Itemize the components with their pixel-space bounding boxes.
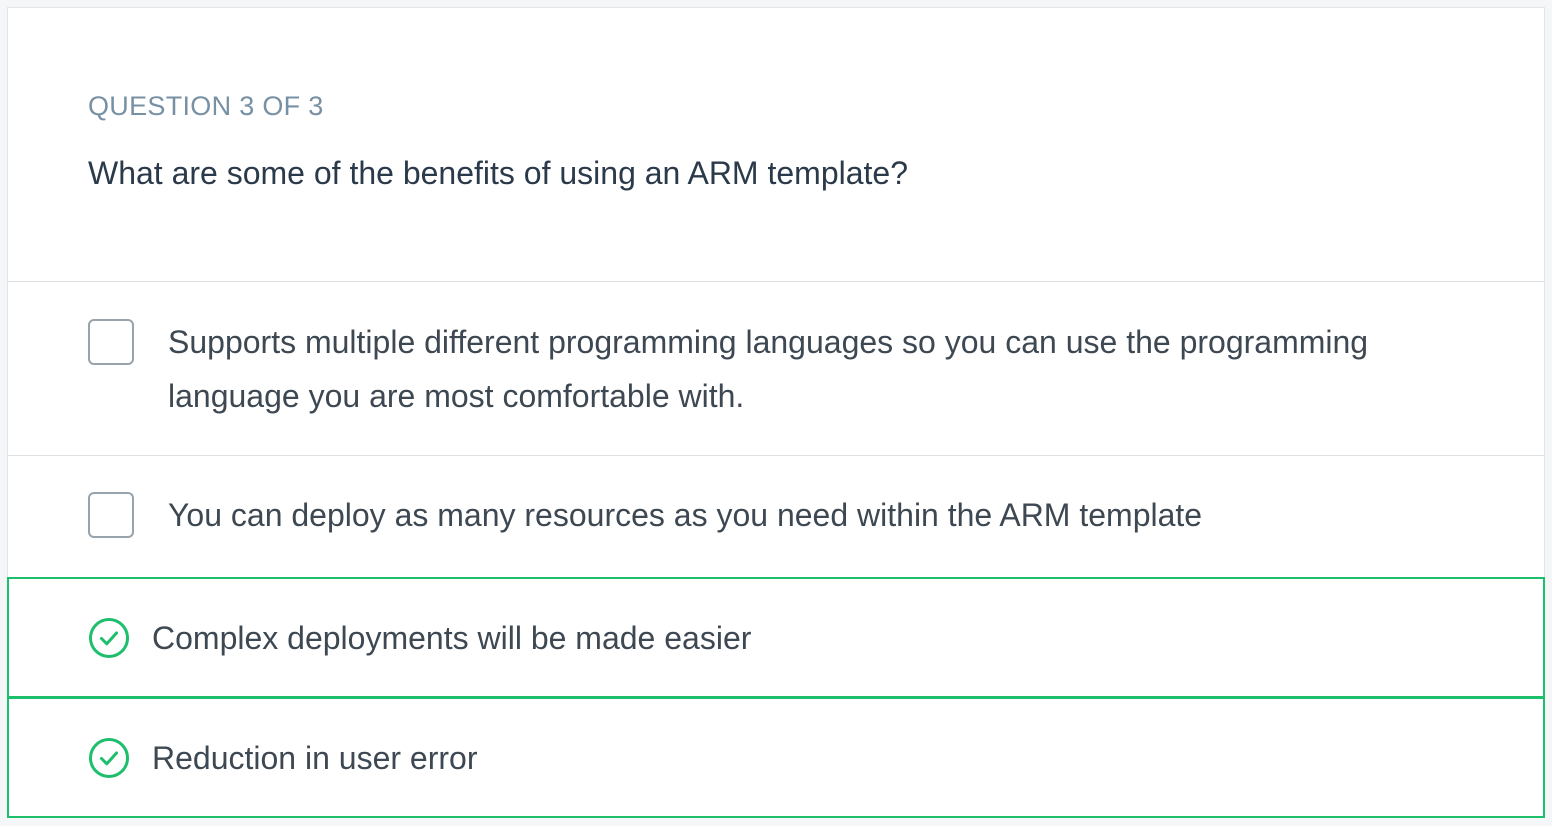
answer-option-1[interactable]: Supports multiple different programming … [8,282,1544,456]
option-3-label: Complex deployments will be made easier [152,620,752,656]
question-counter: QUESTION 3 OF 3 [88,91,324,121]
question-text: What are some of the benefits of using a… [88,155,908,191]
option-1-label: Supports multiple different programming … [168,324,1369,414]
option-2-checkbox[interactable] [88,492,134,538]
check-circle-icon [89,738,129,778]
question-header: QUESTION 3 OF 3 What are some of the ben… [8,8,1544,282]
check-circle-icon [89,618,129,658]
option-4-label: Reduction in user error [152,740,478,776]
answer-option-3-correct[interactable]: Complex deployments will be made easier [7,577,1545,698]
quiz-card: QUESTION 3 OF 3 What are some of the ben… [7,7,1545,818]
answer-option-2[interactable]: You can deploy as many resources as you … [8,456,1544,578]
option-1-checkbox[interactable] [88,319,134,365]
option-2-label: You can deploy as many resources as you … [168,497,1203,533]
answer-option-4-correct[interactable]: Reduction in user error [7,697,1545,818]
